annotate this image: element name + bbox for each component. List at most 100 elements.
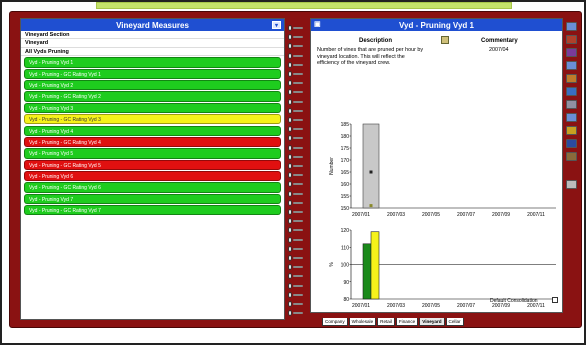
panel-header: Vineyard Measures ▾ [21, 19, 284, 31]
spiral-ring [288, 291, 308, 299]
spiral-ring [288, 70, 308, 78]
measure-item[interactable]: Vyd - Pruning Vyd 4 [24, 125, 281, 136]
grid-icon[interactable] [566, 48, 577, 57]
description-heading: Description [359, 38, 393, 44]
globe-icon[interactable] [566, 139, 577, 148]
spiral-ring [288, 254, 308, 262]
all-vyds-label[interactable]: All Vyds Pruning [21, 48, 284, 57]
spiral-ring [288, 134, 308, 142]
menu-dropdown-button[interactable]: ▾ [272, 21, 281, 29]
y-tick-label: 165 [341, 170, 350, 176]
spiral-ring [288, 52, 308, 60]
x-tick-label: 2007/05 [422, 303, 440, 307]
y-tick-label: 170 [341, 158, 350, 164]
spiral-ring [288, 190, 308, 198]
measure-item[interactable]: Vyd - Pruning - GC Rating Vyd 1 [24, 68, 281, 79]
bar-measure [362, 123, 380, 209]
spiral-ring [288, 61, 308, 69]
measure-item[interactable]: Vyd - Pruning Vyd 5 [24, 148, 281, 159]
commentary-heading: Commentary [481, 38, 518, 44]
spiral-ring [288, 236, 308, 244]
list-icon[interactable] [566, 61, 577, 70]
table-icon[interactable] [566, 22, 577, 31]
y-tick-label: 155 [341, 194, 350, 200]
measure-item[interactable]: Vyd - Pruning Vyd 7 [24, 193, 281, 205]
measure-item[interactable]: Vyd - Pruning - GC Rating Vyd 6 [24, 182, 281, 193]
tab-wholesale[interactable]: Wholesale [348, 318, 377, 326]
y-axis-label: % [329, 262, 335, 267]
y-tick-label: 110 [341, 245, 349, 251]
spiral-ring [288, 88, 308, 96]
x-tick-label: 2007/03 [387, 303, 405, 307]
tab-retail[interactable]: Retail [377, 318, 395, 326]
chart-icon[interactable] [566, 74, 577, 83]
y-tick-label: 180 [341, 134, 350, 140]
document-icon[interactable] [566, 113, 577, 122]
consolidation-label: Default Consolidation [490, 298, 538, 304]
spiral-ring [288, 263, 308, 271]
measure-detail-panel: ▣ Vyd - Pruning Vyd 1 Description Commen… [310, 18, 563, 313]
detail-header: ▣ Vyd - Pruning Vyd 1 [311, 19, 562, 31]
spiral-ring [288, 24, 308, 32]
spiral-ring [288, 226, 308, 234]
note-icon[interactable] [441, 36, 449, 44]
spiral-ring [288, 199, 308, 207]
side-toolbar [564, 22, 580, 192]
y-tick-label: 80 [343, 297, 349, 303]
vineyard-label[interactable]: Vineyard [21, 39, 284, 48]
spiral-ring [288, 300, 308, 308]
spiral-ring [288, 162, 308, 170]
bar-series-2 [370, 231, 380, 300]
measure-list: Vyd - Pruning Vyd 1 Vyd - Pruning - GC Ra… [21, 57, 284, 216]
y-tick-label: 160 [341, 182, 350, 188]
measure-item[interactable]: Vyd - Pruning Vyd 3 [24, 102, 281, 114]
tab-vineyard[interactable]: Vineyard [419, 318, 445, 326]
spiral-ring [288, 208, 308, 216]
consolidation-checkbox[interactable] [552, 297, 558, 303]
spiral-ring [288, 272, 308, 280]
section-label[interactable]: Vineyard Section [21, 31, 284, 40]
report-icon[interactable] [566, 35, 577, 44]
spiral-ring [288, 116, 308, 124]
tab-strip: Company Wholesale Retail Finance Vineyard Cel… [322, 318, 464, 326]
spiral-ring [288, 42, 308, 50]
measure-item[interactable]: Vyd - Pruning - GC Rating Vyd 4 [24, 136, 281, 148]
tab-cellar[interactable]: Cellar [445, 318, 464, 326]
spiral-ring [288, 98, 308, 106]
tab-company[interactable]: Company [322, 318, 348, 326]
percent-chart: 80 90 100 110 120 2007/01 2007/03 2007/05 2007/0… [329, 228, 556, 307]
top-accent-bar [96, 2, 512, 9]
commentary-date: 2007/04 [489, 47, 509, 53]
y-tick-label: 185 [341, 122, 350, 128]
measure-item[interactable]: Vyd - Pruning - GC Rating Vyd 3 [24, 114, 281, 125]
person-icon[interactable] [566, 126, 577, 135]
measure-item[interactable]: Vyd - Pruning Vyd 2 [24, 80, 281, 91]
spiral-ring [288, 153, 308, 161]
measure-item[interactable]: Vyd - Pruning - GC Rating Vyd 7 [24, 205, 281, 216]
settings-icon[interactable] [566, 180, 577, 189]
actual-marker [369, 170, 373, 174]
description-text: Number of vines that are pruned per hour… [317, 47, 424, 67]
measure-item[interactable]: Vyd - Pruning - GC Rating Vyd 5 [24, 159, 281, 170]
window-icon[interactable] [566, 87, 577, 96]
y-tick-label: 100 [341, 263, 350, 269]
spiral-ring [288, 217, 308, 225]
vineyard-measures-panel: Vineyard Measures ▾ Vineyard Section Vin… [20, 18, 285, 320]
spiral-ring [288, 125, 308, 133]
spiral-ring [288, 180, 308, 188]
spiral-ring [288, 107, 308, 115]
y-tick-label: 175 [341, 146, 350, 152]
spiral-ring [288, 171, 308, 179]
measure-item[interactable]: Vyd - Pruning - GC Rating Vyd 2 [24, 91, 281, 102]
spiral-ring [288, 79, 308, 87]
page-icon[interactable]: ▣ [314, 20, 324, 29]
measure-item[interactable]: Vyd - Pruning Vyd 1 [24, 57, 281, 68]
detail-title: Vyd - Pruning Vyd 1 [399, 20, 474, 30]
measure-item[interactable]: Vyd - Pruning Vyd 6 [24, 171, 281, 182]
tab-finance[interactable]: Finance [395, 318, 419, 326]
spiral-ring [288, 245, 308, 253]
tools-icon[interactable] [566, 152, 577, 161]
spiral-ring [288, 309, 308, 317]
document-icon[interactable] [566, 100, 577, 109]
panel-title: Vineyard Measures [116, 20, 189, 30]
